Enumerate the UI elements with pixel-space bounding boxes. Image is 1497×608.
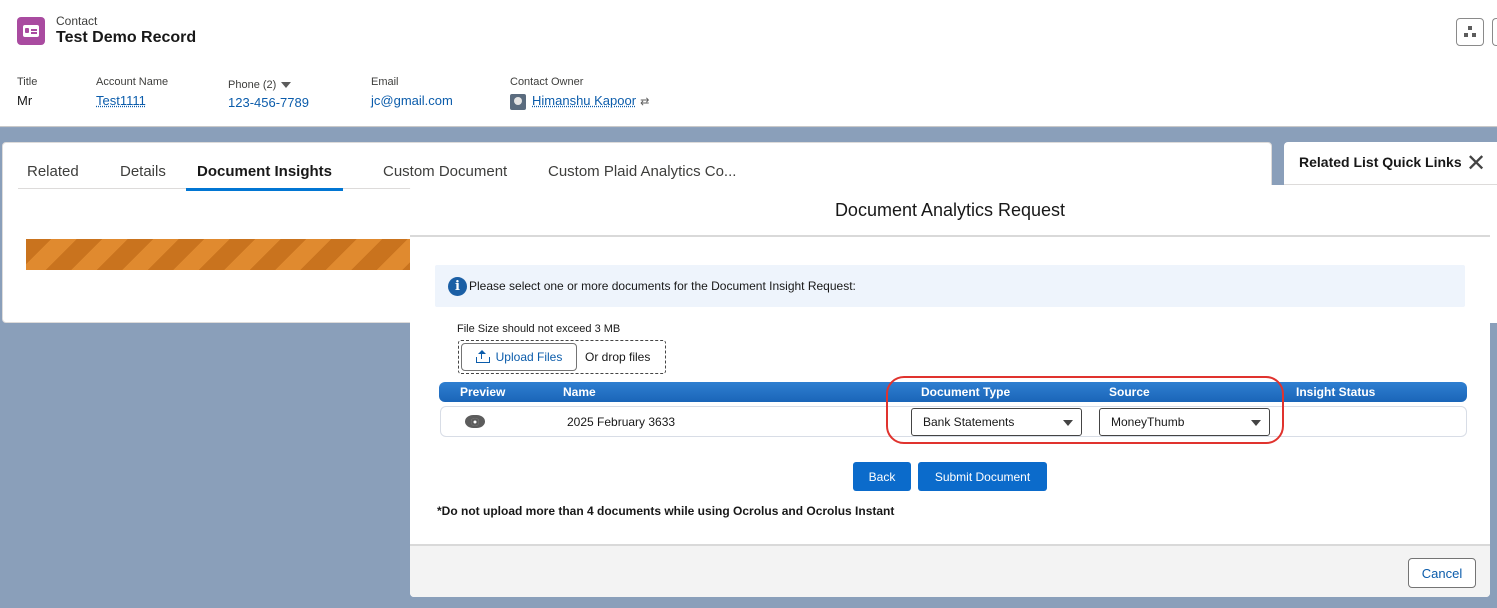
field-phone: Phone (2) 123-456-7789 <box>228 79 309 110</box>
field-owner: Contact Owner Himanshu Kapoor ⇄ <box>510 76 649 110</box>
tab-bar: Related Details Document Insights Custom… <box>18 143 1258 191</box>
modal-footer: Cancel <box>410 544 1490 597</box>
avatar <box>510 93 526 110</box>
field-title-label: Title <box>17 76 38 88</box>
tab-document-insights[interactable]: Document Insights <box>186 163 344 191</box>
modal-close-button[interactable]: ✕ <box>1461 149 1491 179</box>
owner-link[interactable]: Himanshu Kapoor <box>532 93 636 108</box>
tab-related[interactable]: Related <box>27 163 79 188</box>
file-drop-zone[interactable]: Upload Files Or drop files <box>458 340 666 374</box>
field-account: Account Name Test1111 <box>96 76 168 108</box>
info-text: Please select one or more documents for … <box>469 279 856 293</box>
upload-icon <box>475 350 490 363</box>
column-header-insight-status: Insight Status <box>1296 385 1376 399</box>
contact-icon <box>17 17 45 45</box>
eye-icon[interactable] <box>465 415 485 428</box>
info-banner: i Please select one or more documents fo… <box>435 265 1465 307</box>
field-email: Email jc@gmail.com <box>371 76 453 108</box>
hierarchy-icon <box>1464 26 1476 38</box>
more-actions-button[interactable] <box>1492 18 1497 46</box>
record-header: Contact Test Demo Record Title Mr Accoun… <box>0 0 1497 127</box>
upload-files-label: Upload Files <box>495 350 563 364</box>
back-button[interactable]: Back <box>853 462 911 491</box>
column-header-name: Name <box>563 385 596 399</box>
field-title: Title Mr <box>17 76 37 108</box>
record-object-type: Contact <box>56 14 98 28</box>
email-link[interactable]: jc@gmail.com <box>371 93 453 108</box>
field-email-label: Email <box>371 76 399 88</box>
field-account-label: Account Name <box>96 76 169 88</box>
field-phone-label: Phone (2) <box>228 79 277 91</box>
tab-details[interactable]: Details <box>120 163 166 188</box>
drop-files-label: Or drop files <box>585 350 651 364</box>
annotation-highlight <box>886 376 1284 444</box>
file-size-note: File Size should not exceed 3 MB <box>457 323 621 335</box>
document-name: 2025 February 3633 <box>567 415 676 429</box>
upload-limit-note: *Do not upload more than 4 documents whi… <box>437 504 895 518</box>
field-owner-label: Contact Owner <box>510 76 584 88</box>
view-hierarchy-button[interactable] <box>1456 18 1484 46</box>
phone-link[interactable]: 123-456-7789 <box>228 95 309 110</box>
modal-title: Document Analytics Request <box>834 199 1066 220</box>
info-icon: i <box>448 276 467 296</box>
column-header-preview: Preview <box>460 385 506 399</box>
cancel-button[interactable]: Cancel <box>1408 558 1476 588</box>
chevron-down-icon[interactable] <box>281 82 292 89</box>
progress-stripe <box>26 239 426 270</box>
record-title: Test Demo Record <box>56 29 197 46</box>
submit-document-button[interactable]: Submit Document <box>918 462 1047 491</box>
modal-header: Document Analytics Request <box>410 185 1490 237</box>
field-title-value: Mr <box>17 93 33 108</box>
document-analytics-modal: Document Analytics Request i Please sele… <box>410 185 1490 597</box>
account-link[interactable]: Test1111 <box>96 93 146 108</box>
close-icon: ✕ <box>1465 150 1487 177</box>
upload-files-button[interactable]: Upload Files <box>461 343 577 371</box>
related-list-quick-links-title: Related List Quick Links <box>1299 154 1462 170</box>
change-owner-icon[interactable]: ⇄ <box>640 95 649 108</box>
